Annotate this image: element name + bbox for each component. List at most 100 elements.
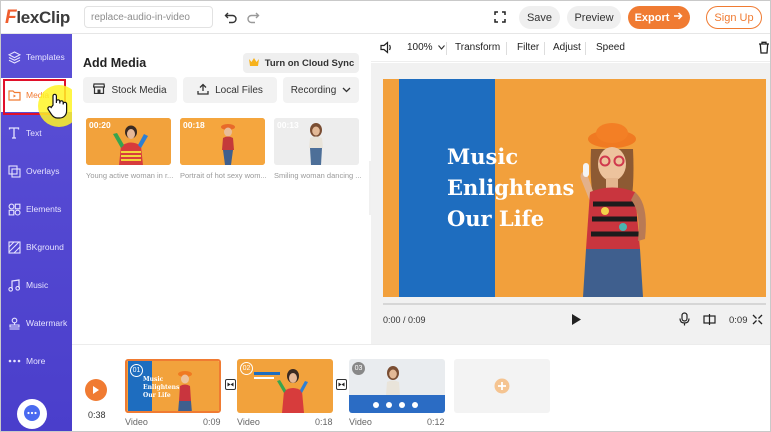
redo-icon[interactable] <box>243 7 263 27</box>
chevron-down-icon <box>438 45 446 50</box>
add-clip-button[interactable] <box>454 359 550 413</box>
adjust-button[interactable]: Adjust <box>553 42 581 53</box>
recording-label: Recording <box>290 84 337 96</box>
clip-overlay-line: Our Life <box>143 392 171 399</box>
clip-duration: 0:12 <box>427 417 445 427</box>
toolbar-divider <box>585 42 586 55</box>
play-icon[interactable] <box>571 313 582 326</box>
preview-toolbar: 100% Transform Filter Adjust Speed <box>371 34 770 62</box>
microphone-icon[interactable] <box>679 312 690 326</box>
sidebar-item-label: More <box>26 356 46 366</box>
save-button[interactable]: Save <box>519 6 560 29</box>
video-frame-image <box>580 123 646 297</box>
cloud-sync-button[interactable]: Turn on Cloud Sync <box>243 53 359 73</box>
sidebar-item-label: Text <box>26 128 42 138</box>
panel-title: Add Media <box>83 56 147 70</box>
transform-button[interactable]: Transform <box>455 42 500 53</box>
overlay-line: Our Life <box>447 206 545 231</box>
media-thumbnail[interactable]: 00:18 <box>180 118 265 165</box>
sidebar-item-label: Templates <box>26 52 65 62</box>
media-duration: 00:13 <box>277 120 299 130</box>
media-caption: Portrait of hot sexy wom... <box>180 171 267 180</box>
preview-button[interactable]: Preview <box>567 6 621 29</box>
plus-icon <box>494 378 510 394</box>
playback-progress-bar[interactable] <box>383 303 766 305</box>
timeline-clip[interactable]: 03 <box>349 359 445 413</box>
total-duration: 0:38 <box>88 410 106 420</box>
trash-icon[interactable] <box>758 41 770 57</box>
chevron-down-icon <box>342 85 351 96</box>
top-bar: F lexClip Save Preview Export Sign Up <box>1 1 770 34</box>
recording-dropdown[interactable]: Recording <box>283 77 359 103</box>
local-files-label: Local Files <box>215 84 263 96</box>
export-button[interactable]: Export <box>628 6 690 29</box>
current-time: 0:00 / 0:09 <box>383 315 426 325</box>
end-time: 0:09 <box>729 315 748 326</box>
sidebar-item-label: Overlays <box>26 166 60 176</box>
speed-button[interactable]: Speed <box>596 42 625 53</box>
chat-icon <box>23 404 41 425</box>
transition-icon <box>338 382 345 387</box>
watermark-icon <box>7 316 21 330</box>
background-icon <box>7 240 21 254</box>
media-duration: 00:20 <box>89 120 111 130</box>
sidebar-item-label: Elements <box>26 204 62 214</box>
clip-number: 02 <box>240 362 253 375</box>
templates-icon <box>7 50 21 64</box>
store-icon <box>93 83 106 97</box>
text-icon <box>7 126 21 140</box>
zoom-value: 100% <box>407 42 433 53</box>
sidebar-item-templates[interactable]: Templates <box>1 40 72 74</box>
shrink-icon[interactable] <box>752 314 763 325</box>
play-icon <box>93 386 99 394</box>
stock-media-label: Stock Media <box>111 84 167 96</box>
media-panel: Add Media Turn on Cloud Sync Stock Media… <box>72 34 369 344</box>
clip-overlay-line: Enlightens <box>143 384 180 391</box>
overlay-title[interactable]: Music Enlightens Our Life <box>447 141 574 234</box>
sidebar-item-watermark[interactable]: Watermark <box>1 306 72 340</box>
clip-label: Video <box>125 417 148 427</box>
flexclip-logo[interactable]: F lexClip <box>5 7 70 28</box>
transition-button[interactable] <box>336 379 347 390</box>
toolbar-divider <box>506 42 507 55</box>
timeline-clip[interactable]: Music Enlightens Our Life 01 <box>125 359 221 413</box>
undo-icon[interactable] <box>221 7 241 27</box>
elements-icon <box>7 202 21 216</box>
timeline-play-button[interactable] <box>85 379 107 401</box>
local-files-button[interactable]: Local Files <box>183 77 277 103</box>
cloud-sync-label: Turn on Cloud Sync <box>264 57 355 69</box>
clip-overlay-text: Music Enlightens Our Life <box>143 376 179 400</box>
clip-label: Video <box>349 417 372 427</box>
clip-overlay-line: Music <box>143 376 164 383</box>
stock-media-button[interactable]: Stock Media <box>83 77 177 103</box>
transition-button[interactable] <box>225 379 236 390</box>
sidebar-item-label: BKground <box>26 242 64 252</box>
fullscreen-icon[interactable] <box>490 7 510 27</box>
timeline-clip[interactable]: 02 <box>237 359 333 413</box>
sidebar-item-elements[interactable]: Elements <box>1 192 72 226</box>
overlays-icon <box>7 164 21 178</box>
sign-up-button[interactable]: Sign Up <box>706 6 762 29</box>
media-thumbnail[interactable]: 00:13 <box>274 118 359 165</box>
export-label: Export <box>634 11 670 24</box>
sidebar-item-more[interactable]: More <box>1 344 72 378</box>
clip-number: 01 <box>130 364 143 377</box>
aspect-ratio-icon[interactable] <box>703 313 716 326</box>
media-caption: Smiling woman dancing ... <box>274 171 362 180</box>
sidebar-item-label: Watermark <box>26 318 68 328</box>
logo-mark: F <box>5 7 17 28</box>
sidebar-item-music[interactable]: Music <box>1 268 72 302</box>
clip-duration: 0:18 <box>315 417 333 427</box>
flexclip-editor: F lexClip Save Preview Export Sign Up <box>0 0 771 432</box>
chat-button[interactable] <box>17 399 47 429</box>
volume-icon[interactable] <box>380 41 394 57</box>
more-icon <box>7 354 21 368</box>
zoom-dropdown[interactable]: 100% <box>407 42 446 53</box>
media-thumbnail[interactable]: 00:20 <box>86 118 171 165</box>
sidebar-item-bkground[interactable]: BKground <box>1 230 72 264</box>
filter-button[interactable]: Filter <box>517 42 539 53</box>
video-canvas[interactable]: Music Enlightens Our Life <box>383 79 766 297</box>
sidebar-item-overlays[interactable]: Overlays <box>1 154 72 188</box>
toolbar-divider <box>446 42 447 55</box>
project-name-input[interactable] <box>84 6 213 28</box>
